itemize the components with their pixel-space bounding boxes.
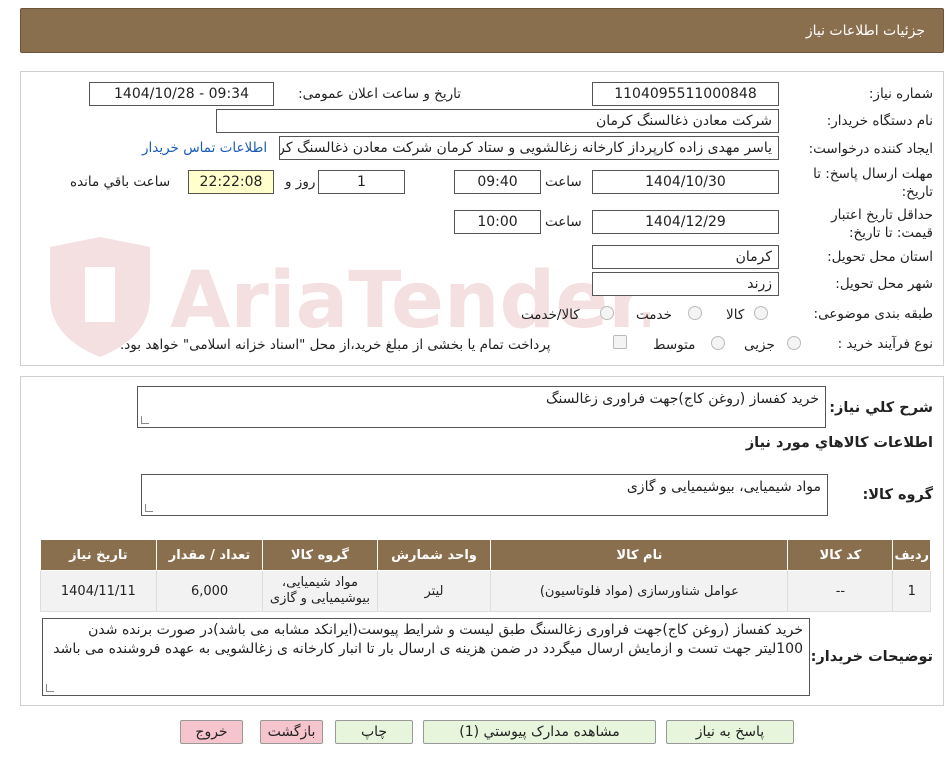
remaining-time-label: ساعت باقي مانده	[70, 174, 171, 190]
category-service-label: خدمت	[636, 307, 672, 323]
cell-index: 1	[892, 570, 931, 612]
summary-label: شرح کلي نياز:	[829, 400, 933, 416]
category-goods-label: کالا	[726, 307, 745, 323]
col-quantity: تعداد / مقدار	[155, 539, 264, 571]
reply-button[interactable]: پاسخ به نیاز	[666, 720, 794, 744]
process-medium-radio[interactable]	[711, 336, 725, 350]
table-header-row: رديف کد کالا نام کالا واحد شمارش گروه کا…	[40, 539, 931, 571]
need-number-field[interactable]: 1104095511000848	[592, 82, 779, 106]
resize-handle[interactable]	[145, 504, 153, 512]
need-number-label: شماره نیاز:	[868, 86, 933, 102]
category-service-radio[interactable]	[688, 306, 702, 320]
goods-group-label: گروه کالا:	[862, 487, 933, 503]
col-unit: واحد شمارش	[376, 539, 492, 571]
province-label: استان محل تحویل:	[827, 249, 933, 265]
buyer-notes-label: توضیحات خریدار:	[810, 649, 933, 665]
days-field[interactable]: 1	[318, 170, 405, 194]
buyer-org-label: نام دستگاه خریدار:	[826, 113, 933, 129]
summary-text: خرید کفساز (روغن کاج)جهت فراوری زغالسنگ	[545, 391, 819, 407]
summary-field[interactable]: خرید کفساز (روغن کاج)جهت فراوری زغالسنگ	[137, 386, 826, 428]
category-goods-service-label: کالا/خدمت	[521, 307, 580, 323]
cell-group-line1: مواد شیمیایی،	[281, 575, 358, 590]
buyer-notes-text: خرید کفساز (روغن کاج)جهت فراوری زغالسنگ …	[53, 622, 803, 657]
process-medium-label: متوسط	[653, 337, 696, 353]
days-label: روز و	[285, 174, 316, 190]
validity-label: حداقل تاریخ اعتبار	[831, 207, 933, 223]
cell-date: 1404/11/11	[40, 570, 157, 612]
announce-datetime-field[interactable]: 1404/10/28 - 09:34	[89, 82, 274, 106]
treasury-note: پرداخت تمام یا بخشی از مبلغ خرید،از محل …	[120, 337, 551, 353]
city-field[interactable]: زرند	[592, 272, 779, 296]
resize-handle[interactable]	[141, 416, 149, 424]
cell-group-line2: بیوشیمیایی و گازی	[269, 591, 370, 606]
buyer-contact-link[interactable]: اطلاعات تماس خریدار	[142, 140, 267, 156]
goods-table: رديف کد کالا نام کالا واحد شمارش گروه کا…	[40, 539, 931, 612]
deadline-time-field[interactable]: 09:40	[454, 170, 541, 194]
requester-label: ایجاد کننده درخواست:	[808, 141, 933, 157]
goods-section-title: اطلاعات کالاهاي مورد نياز	[745, 435, 933, 451]
province-field[interactable]: کرمان	[592, 245, 779, 269]
col-code: کد کالا	[787, 539, 894, 571]
deadline-time-label: ساعت	[545, 174, 582, 190]
cell-quantity: 6,000	[155, 570, 264, 612]
col-group: گروه کالا	[262, 539, 378, 571]
col-index: رديف	[892, 539, 931, 571]
remaining-time-field: 22:22:08	[188, 170, 274, 194]
deadline-label-date: تاریخ:	[901, 184, 933, 200]
treasury-checkbox[interactable]	[613, 335, 627, 349]
cell-code: --	[787, 570, 894, 612]
validity-time-label: ساعت	[545, 214, 582, 230]
validity-date-field[interactable]: 1404/12/29	[592, 210, 779, 234]
validity-label-date: قیمت: تا تاریخ:	[849, 225, 933, 241]
cell-name: عوامل شناورسازی (مواد فلوتاسیون)	[490, 570, 789, 612]
deadline-label: مهلت ارسال پاسخ: تا	[813, 166, 933, 182]
page-header: جزئیات اطلاعات نیاز	[20, 8, 944, 53]
back-button[interactable]: بازگشت	[260, 720, 323, 744]
exit-button[interactable]: خروج	[180, 720, 243, 744]
buyer-org-field[interactable]: شرکت معادن ذغالسنگ کرمان	[216, 109, 779, 133]
cell-group: مواد شیمیایی، بیوشیمیایی و گازی	[262, 570, 378, 612]
process-label: نوع فرآیند خرید :	[837, 336, 933, 352]
table-row[interactable]: 1 -- عوامل شناورسازی (مواد فلوتاسیون) لی…	[40, 570, 931, 612]
cell-unit: لیتر	[376, 570, 492, 612]
buyer-notes-field[interactable]: خرید کفساز (روغن کاج)جهت فراوری زغالسنگ …	[42, 618, 810, 696]
attachments-button[interactable]: مشاهده مدارک پیوستي (1)	[423, 720, 656, 744]
city-label: شهر محل تحویل:	[835, 276, 933, 292]
requester-field[interactable]: یاسر مهدی زاده کارپرداز کارخانه زغالشویی…	[279, 136, 779, 160]
category-label: طبقه بندی موضوعی:	[813, 306, 933, 322]
category-goods-service-radio[interactable]	[600, 306, 614, 320]
process-minor-radio[interactable]	[787, 336, 801, 350]
page-title: جزئیات اطلاعات نیاز	[805, 23, 925, 39]
resize-handle[interactable]	[46, 684, 54, 692]
category-goods-radio[interactable]	[754, 306, 768, 320]
goods-group-field[interactable]: مواد شیمیایی، بیوشیمیایی و گازی	[141, 474, 828, 516]
goods-group-text: مواد شیمیایی، بیوشیمیایی و گازی	[626, 479, 821, 495]
deadline-date-field[interactable]: 1404/10/30	[592, 170, 779, 194]
col-date: تاریخ نیاز	[40, 539, 157, 571]
announce-datetime-label: تاریخ و ساعت اعلان عمومی:	[298, 86, 461, 102]
validity-time-field[interactable]: 10:00	[454, 210, 541, 234]
col-name: نام کالا	[490, 539, 789, 571]
print-button[interactable]: چاپ	[335, 720, 413, 744]
process-minor-label: جزیی	[744, 337, 775, 353]
